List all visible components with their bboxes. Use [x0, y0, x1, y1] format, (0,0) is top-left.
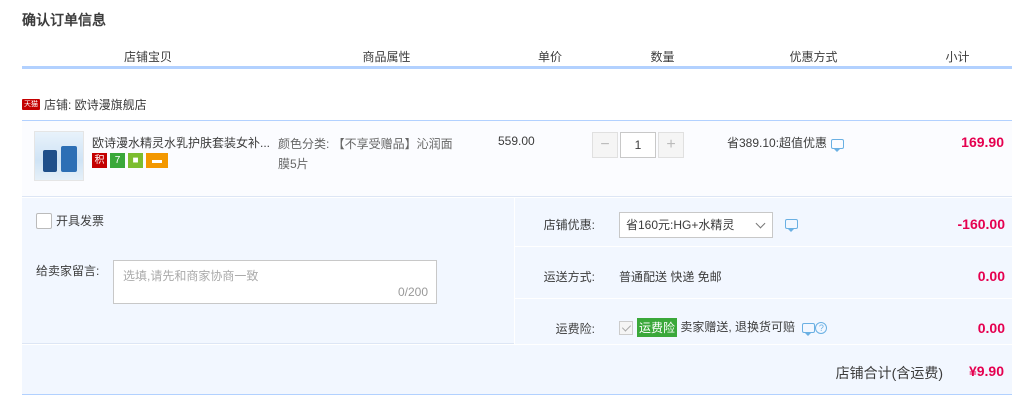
- shop-total-row: 店铺合计(含运费) ¥9.90: [22, 345, 1012, 395]
- discount-text: 省389.10:超值优惠: [727, 136, 828, 150]
- shop-discount-row: 店铺优惠: 省160元:HG+水精灵 -160.00: [515, 198, 1013, 247]
- invoice-option[interactable]: 开具发票: [36, 212, 104, 229]
- shipping-row: 运送方式: 普通配送 快递 免邮 0.00: [515, 250, 1013, 299]
- product-attributes: 颜色分类: 【不享受赠品】沁润面 膜5片: [278, 134, 468, 174]
- shop-discount-value: 省160元:HG+水精灵: [626, 218, 735, 232]
- shop-total-amount: ¥9.90: [968, 363, 1004, 379]
- chat-icon[interactable]: [785, 219, 798, 232]
- insurance-info: 运费险 卖家赠送, 退换货可赔 ?: [619, 318, 828, 338]
- shop-discount-amount: -160.00: [957, 216, 1005, 232]
- tmall-icon: 天猫: [22, 98, 40, 110]
- quantity-input[interactable]: 1: [620, 132, 656, 158]
- col-shop-item: 店铺宝贝: [22, 47, 275, 66]
- attr-line: 膜5片: [278, 157, 309, 171]
- order-options: 开具发票 给卖家留言: 选填,请先和商家协商一致 0/200 店铺优惠: 省16…: [22, 198, 1013, 344]
- chevron-down-icon: [755, 218, 766, 229]
- shipping-label: 运送方式:: [543, 270, 595, 284]
- insurance-amount: 0.00: [977, 320, 1005, 336]
- page-title: 确认订单信息: [22, 12, 106, 28]
- shop-row: 天猫 店铺: 欧诗漫旗舰店: [22, 95, 147, 113]
- message-placeholder: 选填,请先和商家协商一致: [123, 269, 259, 283]
- help-icon[interactable]: ?: [815, 321, 828, 334]
- increase-button[interactable]: +: [658, 132, 684, 158]
- invoice-checkbox[interactable]: [36, 212, 52, 229]
- product-title[interactable]: 欧诗漫水精灵水乳护肤套装女补...: [92, 134, 272, 151]
- shipping-amount: 0.00: [977, 268, 1005, 284]
- fee-panel: 店铺优惠: 省160元:HG+水精灵 -160.00 运送方式: 普通配送 快递…: [514, 198, 1013, 344]
- order-item: 欧诗漫水精灵水乳护肤套装女补... 积 7 ■ ▬ 颜色分类: 【不享受赠品】沁…: [22, 120, 1012, 197]
- insurance-tag: 运费险: [637, 318, 678, 338]
- points-icon[interactable]: 积: [92, 153, 107, 168]
- col-discount: 优惠方式: [724, 47, 904, 66]
- discount-info: 省389.10:超值优惠: [727, 134, 845, 152]
- shipping-method: 普通配送 快递 免邮: [619, 270, 722, 284]
- credit-card-icon[interactable]: ▬: [146, 153, 168, 168]
- shop-discount-label: 店铺优惠:: [543, 218, 595, 232]
- chat-icon[interactable]: [831, 138, 845, 152]
- message-label: 给卖家留言:: [36, 264, 100, 278]
- unit-price: 559.00: [498, 134, 535, 148]
- message-textarea[interactable]: 选填,请先和商家协商一致 0/200: [113, 260, 437, 304]
- insurance-checkbox[interactable]: [619, 320, 633, 335]
- shop-name[interactable]: 店铺: 欧诗漫旗舰店: [44, 96, 147, 113]
- seven-day-return-icon[interactable]: 7: [110, 153, 125, 168]
- message-char-count: 0/200: [397, 285, 428, 299]
- invoice-label: 开具发票: [56, 214, 105, 228]
- decrease-button[interactable]: −: [592, 132, 618, 158]
- shop-discount-select[interactable]: 省160元:HG+水精灵: [619, 212, 773, 238]
- column-header: 店铺宝贝 商品属性 单价 数量 优惠方式 小计: [22, 47, 1012, 69]
- item-subtotal: 169.90: [961, 134, 1004, 150]
- product-thumbnail[interactable]: [34, 131, 84, 181]
- chat-icon[interactable]: [802, 322, 816, 336]
- insurance-text: 卖家赠送, 退换货可赔: [680, 320, 796, 334]
- guarantee-icon[interactable]: ■: [128, 153, 143, 168]
- insurance-label: 运费险:: [555, 322, 595, 336]
- attr-line: 颜色分类: 【不享受赠品】沁润面: [278, 137, 453, 151]
- col-quantity: 数量: [602, 47, 724, 66]
- shop-total-label: 店铺合计(含运费): [835, 365, 943, 381]
- col-unit-price: 单价: [499, 47, 602, 66]
- quantity-stepper: − 1 +: [592, 132, 684, 158]
- col-subtotal: 小计: [904, 47, 1012, 66]
- col-attributes: 商品属性: [275, 47, 499, 66]
- service-badges: 积 7 ■ ▬: [92, 153, 168, 168]
